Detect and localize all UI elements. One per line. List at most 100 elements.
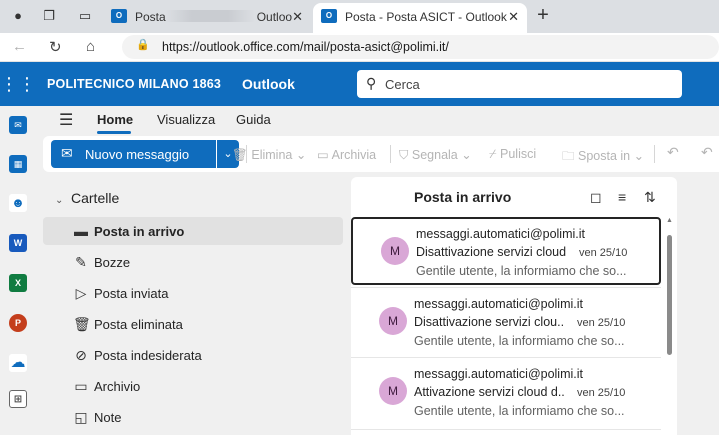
divider <box>351 357 661 358</box>
tab-title: Posta - Posta ASICT - Outlook <box>345 10 507 24</box>
folder-label: Archivio <box>94 379 141 394</box>
message-list-title: Posta in arrivo <box>414 189 512 205</box>
powerpoint-app-icon[interactable]: P <box>9 314 27 332</box>
folder-item-notes[interactable]: ◱ Note <box>43 403 343 431</box>
tab-title-suffix: Outloo <box>256 10 293 24</box>
folder-label: Posta in arrivo <box>94 224 185 239</box>
sort-icon[interactable]: ⇅ <box>644 189 656 206</box>
workspaces-icon[interactable]: ❐ <box>40 7 58 25</box>
lock-icon[interactable]: 🔒 <box>136 38 150 51</box>
list-item[interactable]: M messaggi.automatici@polimi.it Disattiv… <box>351 289 661 357</box>
trash-icon: 🗑 <box>232 148 248 162</box>
reply-all-icon[interactable]: ↶ <box>701 144 713 161</box>
new-message-button[interactable]: ✉ Nuovo messaggio <box>51 140 216 168</box>
divider <box>351 287 661 288</box>
scroll-up-icon[interactable]: ▲ <box>666 217 673 224</box>
list-item[interactable]: M messaggi.automatici@polimi.it Disattiv… <box>351 217 661 285</box>
mail-app-icon[interactable]: ✉ <box>9 116 27 134</box>
url-field[interactable]: 🔒 https://outlook.office.com/mail/posta-… <box>122 35 719 59</box>
browser-tab-inactive[interactable]: O Posta Outloo ✕ <box>103 3 311 33</box>
junk-icon: ⊘ <box>75 347 87 363</box>
filter-icon[interactable]: ≡ <box>618 189 626 205</box>
url-text: https://outlook.office.com/mail/posta-as… <box>162 40 449 54</box>
list-item[interactable]: M messaggi.automatici@polimi.it Attivazi… <box>351 359 661 427</box>
back-icon[interactable]: ← <box>12 38 27 55</box>
new-tab-icon[interactable]: + <box>533 4 553 26</box>
reply-icon[interactable]: ↶ <box>667 144 679 161</box>
new-message-label: Nuovo messaggio <box>85 147 190 162</box>
inbox-icon: ▬ <box>74 223 88 239</box>
archive-icon: ▭ <box>74 378 88 394</box>
outlook-favicon: O <box>321 9 337 23</box>
message-list: Posta in arrivo ◻ ≡ ⇅ M messaggi.automat… <box>351 177 677 435</box>
excel-app-icon[interactable]: X <box>9 274 27 292</box>
app-launcher-icon[interactable]: ⋮⋮ <box>0 62 36 106</box>
scrollbar-thumb[interactable] <box>667 235 672 355</box>
tab-home[interactable]: Home <box>97 112 133 127</box>
search-input[interactable]: ⚲ Cerca <box>357 70 682 98</box>
outlook-header: ⋮⋮ POLITECNICO MILANO 1863 Outlook ⚲ Cer… <box>0 62 719 106</box>
broom-icon: ⌿ <box>489 147 497 161</box>
home-icon[interactable]: ⌂ <box>86 38 95 55</box>
app-rail: ✉ ▦ ☻ W X P ☁ ⊞ <box>0 106 36 435</box>
mail-icon: ✉ <box>61 145 73 161</box>
org-name: POLITECNICO MILANO 1863 <box>47 77 222 91</box>
tab-guida[interactable]: Guida <box>236 112 271 127</box>
close-tab-icon[interactable]: ✕ <box>292 4 303 30</box>
folder-item-junk[interactable]: ⊘ Posta indesiderata <box>43 341 343 369</box>
toolbar-divider <box>390 145 391 163</box>
message-subject: Attivazione servizi cloud d... <box>414 385 564 399</box>
browser-tab-active[interactable]: O Posta - Posta ASICT - Outlook ✕ <box>313 3 527 33</box>
folder-item-inbox[interactable]: ▬ Posta in arrivo <box>43 217 343 245</box>
folder-item-drafts[interactable]: ✎ Bozze <box>43 248 343 276</box>
delete-button[interactable]: 🗑 Elimina ⌄ <box>232 147 306 163</box>
tab-title: Posta <box>135 10 166 24</box>
archive-button[interactable]: ▭ Archivia <box>317 147 376 162</box>
shield-icon: ⛉ <box>399 148 409 162</box>
search-placeholder: Cerca <box>385 77 420 92</box>
hamburger-menu-icon[interactable]: ☰ <box>59 110 73 130</box>
sweep-button[interactable]: ⌿ Pulisci <box>489 147 536 162</box>
profile-icon[interactable]: ● <box>9 7 27 25</box>
tab-visualizza[interactable]: Visualizza <box>157 112 215 127</box>
browser-tabstrip: ● ❐ ▭ O Posta Outloo ✕ O Posta - Posta AS… <box>0 0 719 33</box>
message-preview: Gentile utente, la informiamo che so... <box>414 334 625 348</box>
note-icon: ◱ <box>74 409 88 425</box>
archive-icon: ▭ <box>317 148 329 162</box>
chevron-down-icon: ⌄ <box>55 195 64 206</box>
select-icon[interactable]: ◻ <box>590 189 602 206</box>
close-tab-icon[interactable]: ✕ <box>508 4 519 30</box>
folder-item-sent[interactable]: ▷ Posta inviata <box>43 279 343 307</box>
message-sender: messaggi.automatici@polimi.it <box>414 367 584 381</box>
folder-move-icon: 🗀 <box>562 149 575 163</box>
message-list-scrollbar[interactable]: ▲ <box>664 217 676 435</box>
move-to-button[interactable]: 🗀 Sposta in ⌄ <box>562 147 644 168</box>
people-app-icon[interactable]: ☻ <box>9 194 27 212</box>
report-button[interactable]: ⛉ Segnala ⌄ <box>399 147 472 163</box>
folder-item-archive[interactable]: ▭ Archivio <box>43 372 343 400</box>
divider <box>351 429 661 430</box>
onedrive-app-icon[interactable]: ☁ <box>9 354 27 372</box>
folders-heading[interactable]: ⌄ Cartelle <box>55 190 119 206</box>
message-subject: Disattivazione servizi cloud... <box>416 245 566 259</box>
avatar: M <box>381 237 409 265</box>
reload-icon[interactable]: ↻ <box>49 38 62 56</box>
tab-actions-icon[interactable]: ▭ <box>76 7 94 25</box>
send-icon: ▷ <box>75 285 87 301</box>
app-name[interactable]: Outlook <box>242 76 295 92</box>
folder-label: Note <box>94 410 122 425</box>
active-tab-indicator <box>97 131 131 134</box>
folder-label: Posta inviata <box>94 286 169 301</box>
draft-icon: ✎ <box>75 254 87 270</box>
word-app-icon[interactable]: W <box>9 234 27 252</box>
message-sender: messaggi.automatici@polimi.it <box>416 227 586 241</box>
avatar: M <box>379 307 407 335</box>
toolbar-divider <box>654 145 655 163</box>
ribbon-toolbar: ✉ Nuovo messaggio ⌄ 🗑 Elimina ⌄ ▭ Archiv… <box>43 136 719 172</box>
more-apps-icon[interactable]: ⊞ <box>9 390 27 408</box>
message-subject: Disattivazione servizi clou... <box>414 315 564 329</box>
folder-item-deleted[interactable]: 🗑 Posta eliminata <box>43 310 343 338</box>
calendar-app-icon[interactable]: ▦ <box>9 155 27 173</box>
ribbon-tabs: ☰ Home Visualizza Guida <box>36 106 719 136</box>
obscured-text <box>165 10 255 22</box>
